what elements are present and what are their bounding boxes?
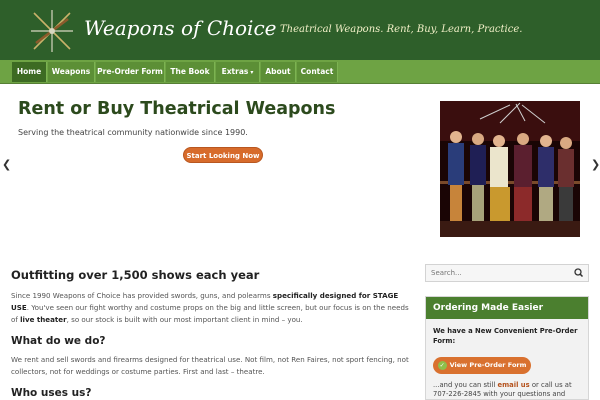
nav-item-label: The Book — [170, 67, 210, 76]
main-nav: Home Weapons Pre-Order Form The Book Ext… — [0, 60, 600, 84]
chevron-left-icon[interactable]: ❮ — [2, 158, 11, 171]
intro-paragraph: Since 1990 Weapons of Choice has provide… — [11, 291, 409, 324]
checkmark-icon: ✓ — [437, 361, 447, 370]
widget-contact-text: ...and you can still email us or call us… — [433, 381, 572, 398]
email-us-link[interactable]: email us — [497, 381, 529, 389]
main-content: Outfitting over 1,500 shows each year Si… — [11, 268, 411, 400]
site-title[interactable]: Weapons of Choice — [84, 16, 277, 40]
nav-item-label: About — [265, 67, 291, 76]
site-tagline: Theatrical Weapons. Rent, Buy, Learn, Pr… — [280, 24, 523, 35]
nav-item-label: Extras — [221, 67, 249, 76]
widget-intro: We have a New Convenient Pre-Order Form: — [433, 327, 578, 345]
widget-button-label: View Pre-Order Form — [449, 361, 527, 369]
nav-item-label: Pre-Order Form — [97, 67, 163, 76]
nav-item-about[interactable]: About — [261, 62, 296, 82]
nav-item-label: Weapons — [51, 67, 91, 76]
nav-item-weapons[interactable]: Weapons — [48, 62, 95, 82]
stage-musketeers-photo — [440, 101, 580, 237]
what-heading: What do we do? — [11, 335, 106, 347]
hero-subtitle: Serving the theatrical community nationw… — [18, 128, 248, 137]
nav-item-contact[interactable]: Contact — [297, 62, 338, 82]
main-heading: Outfitting over 1,500 shows each year — [11, 268, 260, 282]
what-paragraph: We rent and sell swords and firearms des… — [11, 355, 409, 376]
nav-item-extras[interactable]: Extras ▾ — [216, 62, 260, 82]
nav-item-label: Contact — [300, 67, 334, 76]
chevron-right-icon[interactable]: ❯ — [591, 158, 600, 171]
widget-title: Ordering Made Easier — [426, 297, 588, 319]
search-icon[interactable] — [570, 265, 588, 281]
site-header: Weapons of Choice Theatrical Weapons. Re… — [0, 0, 600, 60]
hero-title: Rent or Buy Theatrical Weapons — [18, 99, 336, 119]
hero-slider: ❮ ❯ Rent or Buy Theatrical Weapons Servi… — [0, 85, 600, 245]
search-box — [425, 264, 589, 282]
chevron-down-icon: ▾ — [250, 69, 254, 76]
nav-item-pre-order-form[interactable]: Pre-Order Form — [96, 62, 165, 82]
search-input[interactable] — [426, 265, 566, 281]
view-pre-order-form-button[interactable]: ✓ View Pre-Order Form — [433, 357, 531, 374]
nav-item-label: Home — [16, 67, 42, 76]
who-heading: Who uses us? — [11, 387, 92, 399]
nav-item-the-book[interactable]: The Book — [166, 62, 215, 82]
ordering-widget: Ordering Made Easier We have a New Conve… — [425, 296, 589, 400]
start-looking-button[interactable]: Start Looking Now — [183, 147, 263, 163]
nav-item-home[interactable]: Home — [12, 62, 47, 82]
crossed-weapons-logo-icon[interactable] — [27, 6, 77, 56]
